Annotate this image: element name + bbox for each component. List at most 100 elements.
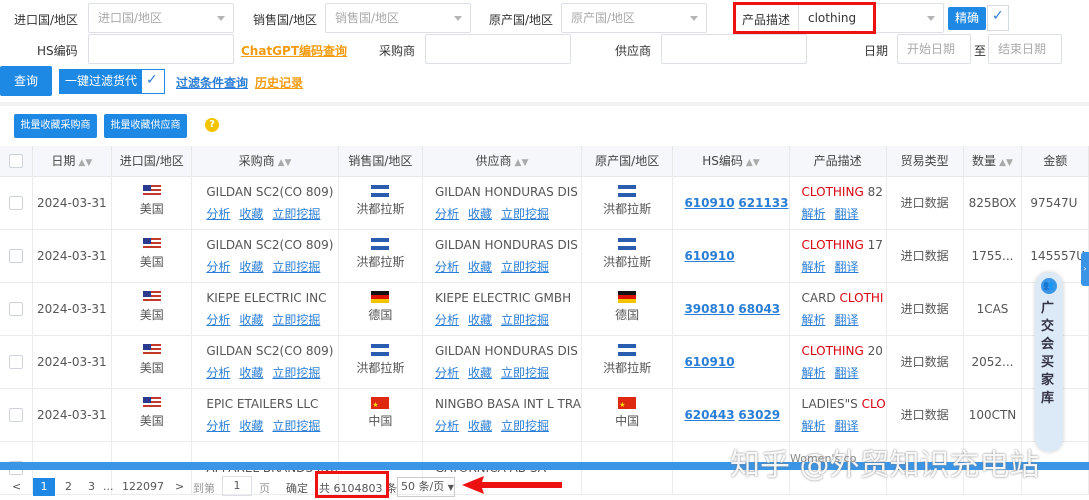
translate-link[interactable]: 翻译 [835, 313, 859, 327]
parse-link[interactable]: 解析 [802, 260, 826, 274]
hs-code-input[interactable] [88, 34, 234, 64]
mine-now-link[interactable]: 立即挖掘 [501, 260, 549, 274]
row-select-cell[interactable] [0, 229, 33, 283]
analyze-link[interactable]: 分析 [435, 260, 459, 274]
column-header-hs-code[interactable]: HS编码 ▲▼ [672, 146, 790, 177]
analyze-link[interactable]: 分析 [206, 207, 230, 221]
hs-code-link[interactable]: 610910 [684, 249, 734, 263]
hs-code-link[interactable]: 610910 [684, 196, 734, 210]
translate-link[interactable]: 翻译 [835, 419, 859, 433]
mine-now-link[interactable]: 立即挖掘 [501, 419, 549, 433]
page-ellipsis[interactable]: ... [103, 480, 114, 493]
hs-code-link[interactable]: 390810 [684, 302, 734, 316]
supplier-name[interactable]: GILDAN HONDURAS DIS [435, 340, 580, 362]
row-select-cell[interactable] [0, 282, 33, 336]
supplier-input[interactable] [661, 34, 807, 64]
parse-link[interactable]: 解析 [802, 313, 826, 327]
hs-code-link-2[interactable]: 63029 [738, 408, 780, 422]
row-checkbox[interactable] [8, 195, 23, 210]
mine-now-link[interactable]: 立即挖掘 [272, 207, 320, 221]
import-country-select[interactable]: 进口国/地区 [88, 3, 234, 33]
translate-link[interactable]: 翻译 [835, 260, 859, 274]
translate-link[interactable]: 翻译 [835, 207, 859, 221]
mine-now-link[interactable]: 立即挖掘 [501, 207, 549, 221]
expand-panel-icon[interactable]: › [1081, 252, 1089, 286]
analyze-link[interactable]: 分析 [206, 313, 230, 327]
buyer-input[interactable] [425, 34, 571, 64]
favorite-link[interactable]: 收藏 [239, 260, 263, 274]
next-page-icon[interactable]: > [175, 480, 184, 493]
one-key-filter-toggle[interactable]: 一键过滤货代 ✓ [59, 69, 165, 94]
translate-link[interactable]: 翻译 [835, 366, 859, 380]
parse-link[interactable]: 解析 [802, 419, 826, 433]
favorite-link[interactable]: 收藏 [468, 260, 492, 274]
row-checkbox[interactable] [8, 301, 23, 316]
select-all-checkbox[interactable] [8, 154, 23, 168]
table-row[interactable]: 2024-03-31美国EPIC ETAILERS LLC分析收藏立即挖掘中国N… [0, 388, 1089, 442]
hs-code-link-2[interactable]: 68043 [738, 302, 780, 316]
trade-fair-buyer-widget[interactable]: 👥 广交会买家库 [1035, 272, 1063, 452]
row-checkbox[interactable] [8, 407, 23, 422]
help-icon[interactable]: ? [205, 118, 219, 132]
row-checkbox[interactable] [8, 354, 23, 369]
prev-page-icon[interactable]: < [12, 480, 21, 493]
chatgpt-code-link[interactable]: ChatGPT编码查询 [241, 42, 347, 59]
mine-now-link[interactable]: 立即挖掘 [272, 260, 320, 274]
mine-now-link[interactable]: 立即挖掘 [501, 313, 549, 327]
table-row[interactable]: 2024-03-31 美国 GILDAN SC2(CO 809) 分析 收藏 立即挖掘 洪都… [0, 229, 1089, 283]
sort-icon[interactable]: ▲▼ [746, 158, 760, 168]
favorite-link[interactable]: 收藏 [239, 366, 263, 380]
end-date-input[interactable]: 结束日期 [988, 34, 1062, 64]
goto-confirm-button[interactable]: 确定 [286, 480, 308, 496]
sort-icon[interactable]: ▲▼ [515, 158, 529, 168]
sort-icon[interactable]: ▲▼ [278, 158, 292, 168]
precise-button[interactable]: 精确 [948, 7, 986, 30]
row-select-cell[interactable] [0, 335, 33, 389]
mine-now-link[interactable]: 立即挖掘 [272, 313, 320, 327]
batch-collect-buyers-button[interactable]: 批量收藏采购商 [14, 114, 97, 138]
table-row[interactable]: 2024-03-31 美国 KIEPE ELECTRIC INC 分析 收藏 立即挖掘 德国… [0, 282, 1089, 336]
hs-code-link-2[interactable]: 621133 [738, 196, 788, 210]
favorite-link[interactable]: 收藏 [239, 419, 263, 433]
analyze-link[interactable]: 分析 [206, 260, 230, 274]
start-date-input[interactable]: 开始日期 [897, 34, 971, 64]
row-checkbox[interactable] [8, 248, 23, 263]
supplier-name[interactable]: NINGBO BASA INT L TRA [435, 393, 580, 415]
parse-link[interactable]: 解析 [802, 207, 826, 221]
favorite-link[interactable]: 收藏 [468, 366, 492, 380]
favorite-link[interactable]: 收藏 [239, 207, 263, 221]
history-link[interactable]: 历史记录 [255, 74, 303, 91]
origin-country-select[interactable]: 原产国/地区 [561, 3, 707, 33]
analyze-link[interactable]: 分析 [435, 207, 459, 221]
favorite-link[interactable]: 收藏 [468, 207, 492, 221]
supplier-name[interactable]: GILDAN HONDURAS DIS [435, 181, 580, 203]
favorite-link[interactable]: 收藏 [468, 313, 492, 327]
page-1-button[interactable]: 1 [33, 478, 55, 496]
column-header-date[interactable]: 日期 ▲▼ [32, 146, 113, 177]
supplier-name[interactable]: KIEPE ELECTRIC GMBH [435, 287, 580, 309]
hs-code-link[interactable]: 620443 [684, 408, 734, 422]
buyer-name[interactable]: GILDAN SC2(CO 809) [206, 234, 337, 256]
select-all-cell[interactable] [0, 146, 33, 177]
buyer-name[interactable]: EPIC ETAILERS LLC [206, 393, 337, 415]
last-page-button[interactable]: 122097 [122, 480, 164, 493]
page-size-select[interactable]: 50 条/页 ▼ [397, 477, 455, 497]
parse-link[interactable]: 解析 [802, 366, 826, 380]
page-3-button[interactable]: 3 [88, 480, 95, 493]
row-select-cell[interactable] [0, 176, 33, 230]
column-header-buyer[interactable]: 采购商 ▲▼ [191, 146, 339, 177]
goto-page-input[interactable]: 1 [222, 476, 252, 496]
analyze-link[interactable]: 分析 [435, 313, 459, 327]
analyze-link[interactable]: 分析 [435, 419, 459, 433]
row-select-cell[interactable] [0, 388, 33, 442]
mine-now-link[interactable]: 立即挖掘 [501, 366, 549, 380]
buyer-name[interactable]: KIEPE ELECTRIC INC [206, 287, 337, 309]
column-header-quantity[interactable]: 数量 ▲▼ [963, 146, 1023, 177]
buyer-name[interactable]: GILDAN SC2(CO 809) [206, 340, 337, 362]
column-header-supplier[interactable]: 供应商 ▲▼ [422, 146, 582, 177]
table-row[interactable]: 2024-03-31 美国 GILDAN SC2(CO 809) 分析 收藏 立即挖掘 洪都… [0, 335, 1089, 389]
sort-icon[interactable]: ▲▼ [999, 158, 1013, 168]
sales-country-select[interactable]: 销售国/地区 [325, 3, 471, 33]
table-row[interactable]: 2024-03-31 美国 GILDAN SC2(CO 809) 分析 收藏 立即挖掘 洪都… [0, 176, 1089, 230]
analyze-link[interactable]: 分析 [206, 366, 230, 380]
